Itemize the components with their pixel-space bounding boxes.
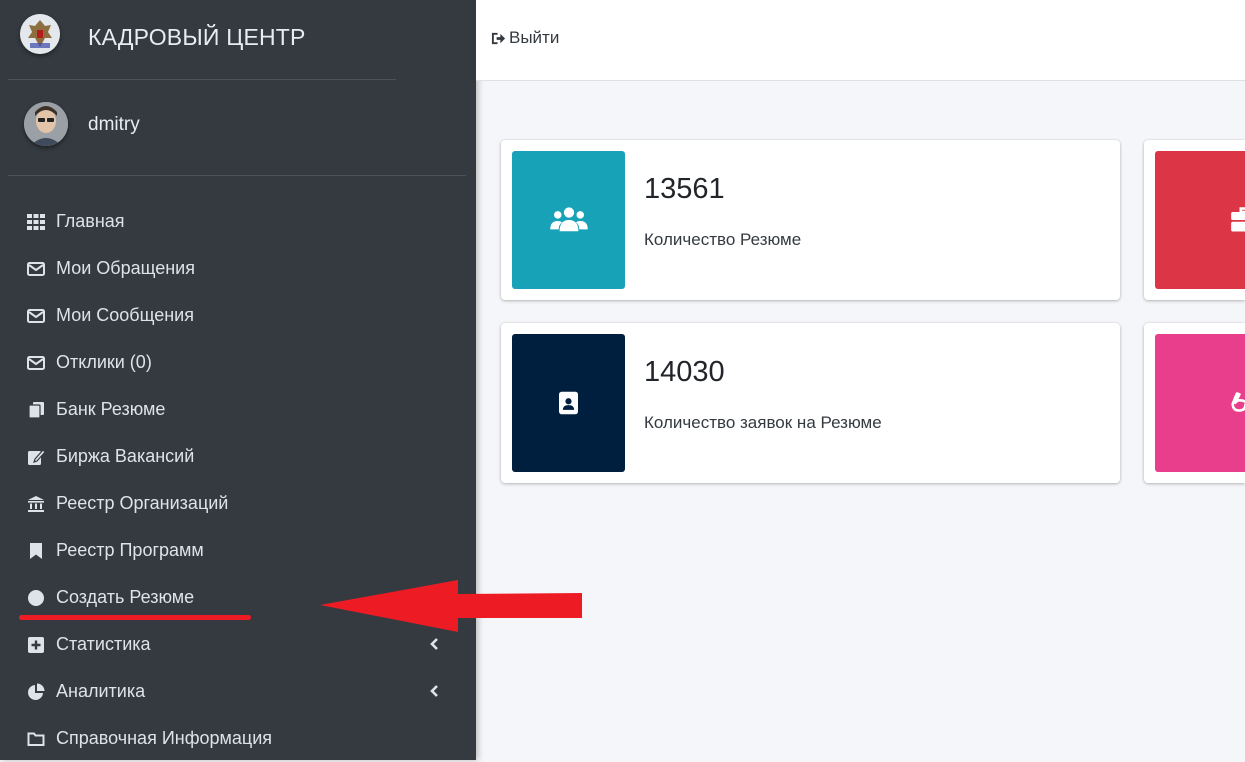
sidebar-item-home[interactable]: Главная	[0, 198, 476, 245]
info-box-icon-tile	[1155, 334, 1245, 472]
resume-count-value: 13561	[644, 173, 725, 205]
info-box-partial-right[interactable]	[1144, 140, 1245, 300]
sidebar-item-program-registry[interactable]: Реестр Программ	[0, 527, 476, 574]
sidebar-item-label: Реестр Программ	[56, 540, 204, 560]
grid-icon	[26, 212, 46, 232]
sidebar-item-label: Биржа Вакансий	[56, 446, 195, 466]
request-count-value: 14030	[644, 356, 725, 388]
emblem-logo	[20, 14, 60, 54]
info-box-icon-tile	[1155, 151, 1245, 289]
sidebar-item-label: Аналитика	[56, 681, 146, 701]
bank-icon	[26, 494, 46, 514]
sidebar-item-analytics[interactable]: Аналитика	[0, 668, 476, 715]
user-name[interactable]: dmitry	[88, 114, 140, 136]
sidebar-item-label: Мои Сообщения	[56, 305, 194, 325]
info-box-requests[interactable]: 14030 Количество заявок на Резюме	[501, 323, 1120, 483]
sidebar-item-label: Создать Резюме	[56, 587, 195, 607]
sidebar-item-resume-bank[interactable]: Банк Резюме	[0, 386, 476, 433]
logout-link[interactable]: Выйти	[491, 28, 559, 48]
red-underline-annotation	[19, 615, 251, 620]
divider	[8, 79, 396, 80]
avatar	[24, 102, 68, 146]
logout-label: Выйти	[509, 28, 560, 47]
folder-icon	[26, 729, 46, 749]
copy-icon	[26, 400, 46, 420]
envelope-icon	[26, 353, 46, 373]
chevron-left-icon[interactable]	[428, 637, 440, 651]
sidebar-item-label: Главная	[56, 211, 125, 231]
sidebar-item-label: Справочная Информация	[56, 728, 273, 748]
sidebar-item-label: Банк Резюме	[56, 399, 166, 419]
bookmark-icon	[26, 541, 46, 561]
sidebar-item-responses[interactable]: Отклики (0)	[0, 339, 476, 386]
envelope-icon	[26, 306, 46, 326]
info-box-partial-right[interactable]	[1144, 323, 1245, 483]
info-box-icon-tile	[512, 151, 625, 289]
pie-chart-icon	[26, 682, 46, 702]
user-panel[interactable]: dmitry	[0, 100, 476, 176]
business-time-icon	[1231, 207, 1245, 232]
sidebar: КАДРОВЫЙ ЦЕНТР dmitry Главная Мои Обраще…	[0, 0, 476, 760]
envelope-icon	[26, 259, 46, 279]
info-box-resumes[interactable]: 13561 Количество Резюме	[501, 140, 1120, 300]
sidebar-item-job-exchange[interactable]: Биржа Вакансий	[0, 433, 476, 480]
sidebar-item-label: Отклики (0)	[56, 352, 152, 372]
sidebar-item-reference-info[interactable]: Справочная Информация	[0, 715, 476, 762]
divider	[8, 175, 466, 176]
id-badge-icon	[559, 391, 578, 415]
glasses-icon	[1231, 392, 1245, 412]
chevron-left-icon[interactable]	[428, 684, 440, 698]
users-icon	[549, 207, 588, 232]
brand-title: КАДРОВЫЙ ЦЕНТР	[88, 24, 306, 50]
edit-icon	[26, 447, 46, 467]
brand-link[interactable]: КАДРОВЫЙ ЦЕНТР	[0, 0, 476, 80]
circle-icon	[26, 588, 46, 608]
sign-out-icon	[491, 32, 506, 44]
sidebar-item-org-registry[interactable]: Реестр Организаций	[0, 480, 476, 527]
resume-count-label: Количество Резюме	[644, 230, 802, 249]
red-arrow-annotation	[320, 580, 582, 632]
top-navbar: Выйти	[476, 0, 1245, 81]
sidebar-item-label: Реестр Организаций	[56, 493, 229, 513]
sidebar-nav: Главная Мои Обращения Мои Сообщения Откл…	[0, 198, 476, 762]
sidebar-item-my-messages[interactable]: Мои Сообщения	[0, 292, 476, 339]
info-box-icon-tile	[512, 334, 625, 472]
sidebar-item-label: Мои Обращения	[56, 258, 195, 278]
sidebar-item-my-requests[interactable]: Мои Обращения	[0, 245, 476, 292]
request-count-label: Количество заявок на Резюме	[644, 413, 882, 432]
plus-square-icon	[26, 635, 46, 655]
sidebar-item-label: Статистика	[56, 634, 151, 654]
